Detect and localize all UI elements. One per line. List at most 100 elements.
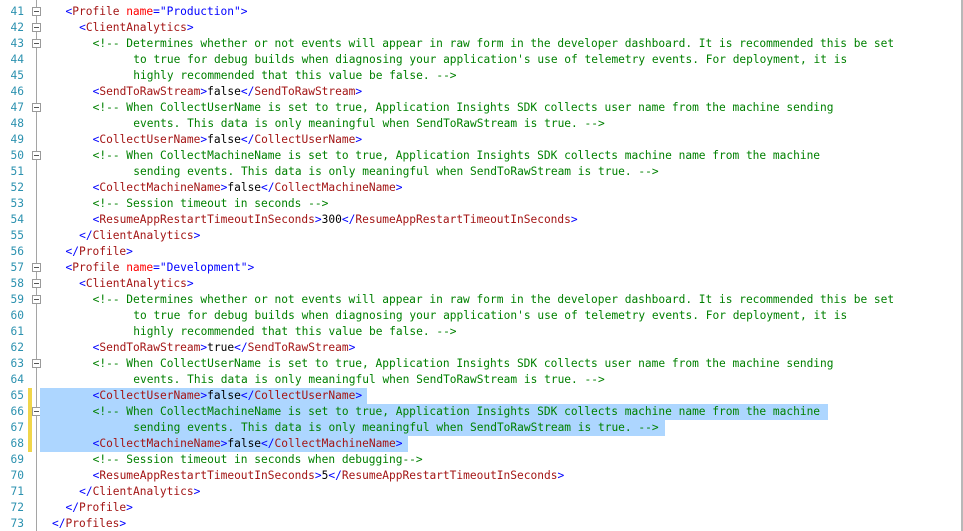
line-number: 48 bbox=[10, 117, 24, 130]
collapse-toggle-icon[interactable] bbox=[32, 103, 41, 112]
collapse-toggle-icon[interactable] bbox=[32, 23, 41, 32]
line-number: 46 bbox=[10, 85, 24, 98]
code-text: events. This data is only meaningful whe… bbox=[133, 116, 604, 132]
code-line[interactable]: 55 </ClientAnalytics> bbox=[0, 228, 963, 244]
xml-delimiter: = bbox=[153, 5, 160, 18]
line-number: 54 bbox=[10, 213, 24, 226]
line-number: 43 bbox=[10, 37, 24, 50]
xml-delimiter: </ bbox=[79, 485, 93, 498]
code-line[interactable]: 70 <ResumeAppRestartTimeoutInSeconds>5</R… bbox=[0, 468, 963, 484]
code-text: highly recommended that this value be fa… bbox=[133, 324, 456, 340]
collapse-toggle-icon[interactable] bbox=[32, 7, 41, 16]
code-line[interactable]: 68 <CollectMachineName>false</CollectMach… bbox=[0, 436, 963, 452]
xml-delimiter: </ bbox=[65, 245, 80, 258]
code-line[interactable]: 53 <!-- Session timeout in seconds --> bbox=[0, 196, 963, 212]
code-text: <CollectUserName>false</CollectUserName> bbox=[93, 388, 363, 404]
code-line[interactable]: 45 highly recommended that this value be … bbox=[0, 68, 963, 84]
code-line[interactable]: 59 <!-- Determines whether or not events … bbox=[0, 292, 963, 308]
code-text: <Profile name="Production"> bbox=[66, 4, 248, 20]
code-text: highly recommended that this value be fa… bbox=[133, 68, 456, 84]
xml-delimiter: = bbox=[153, 261, 160, 274]
collapse-toggle-icon[interactable] bbox=[32, 279, 41, 288]
code-line[interactable]: 46 <SendToRawStream>false</SendToRawStrea… bbox=[0, 84, 963, 100]
code-line[interactable]: 50 <!-- When CollectMachineName is set to… bbox=[0, 148, 963, 164]
xml-comment: <!-- Determines whether or not events wi… bbox=[92, 293, 895, 306]
line-number: 61 bbox=[10, 325, 24, 338]
code-line[interactable]: 60 to true for debug builds when diagnosi… bbox=[0, 308, 963, 324]
xml-delimiter: < bbox=[79, 277, 86, 290]
xml-comment: <!-- When CollectMachineName is set to t… bbox=[92, 405, 821, 418]
xml-tag-name: CollectUserName bbox=[254, 133, 356, 146]
line-number: 41 bbox=[10, 5, 24, 18]
xml-comment: <!-- When CollectUserName is set to true… bbox=[92, 357, 834, 370]
code-line[interactable]: 62 <SendToRawStream>true</SendToRawStream… bbox=[0, 340, 963, 356]
line-number: 56 bbox=[10, 245, 24, 258]
code-line[interactable]: 49 <CollectUserName>false</CollectUserNam… bbox=[0, 132, 963, 148]
code-line[interactable]: 61 highly recommended that this value be … bbox=[0, 324, 963, 340]
code-line[interactable]: 63 <!-- When CollectUserName is set to tr… bbox=[0, 356, 963, 372]
xml-code-editor[interactable]: 41 <Profile name="Production"> 42 <ClientAn… bbox=[0, 0, 963, 531]
collapse-toggle-icon[interactable] bbox=[32, 263, 41, 272]
xml-delimiter: > bbox=[240, 5, 248, 18]
line-number: 44 bbox=[10, 53, 24, 66]
xml-delimiter: > bbox=[126, 245, 133, 258]
xml-delimiter: > bbox=[126, 501, 133, 514]
code-line[interactable]: 69 <!-- Session timeout in seconds when d… bbox=[0, 452, 963, 468]
code-line[interactable]: 64 events. This data is only meaningful w… bbox=[0, 372, 963, 388]
xml-tag-name: CollectMachineName bbox=[99, 181, 221, 194]
xml-delimiter: > bbox=[314, 213, 322, 226]
xml-delimiter: </ bbox=[240, 389, 255, 402]
code-text: to true for debug builds when diagnosing… bbox=[133, 308, 847, 324]
xml-comment: sending events. This data is only meanin… bbox=[133, 421, 659, 434]
code-line[interactable]: 54 <ResumeAppRestartTimeoutInSeconds>300<… bbox=[0, 212, 963, 228]
collapse-toggle-icon[interactable] bbox=[32, 39, 41, 48]
code-line[interactable]: 72 </Profile> bbox=[0, 500, 963, 516]
code-line[interactable]: 65 <CollectUserName>false</CollectUserNam… bbox=[0, 388, 963, 404]
code-line[interactable]: 56 </Profile> bbox=[0, 244, 963, 260]
code-text: <!-- Determines whether or not events wi… bbox=[93, 292, 895, 308]
code-line[interactable]: 44 to true for debug builds when diagnosi… bbox=[0, 52, 963, 68]
xml-tag-name: ClientAnalytics bbox=[85, 277, 187, 290]
xml-text: false bbox=[227, 437, 262, 450]
xml-tag-name: ClientAnalytics bbox=[92, 485, 194, 498]
code-line[interactable]: 43 <!-- Determines whether or not events … bbox=[0, 36, 963, 52]
xml-tag-name: Profile bbox=[72, 261, 120, 274]
collapse-toggle-icon[interactable] bbox=[32, 151, 41, 160]
line-number: 73 bbox=[10, 517, 24, 530]
code-line[interactable]: 48 events. This data is only meaningful w… bbox=[0, 116, 963, 132]
code-line[interactable]: 57 <Profile name="Development"> bbox=[0, 260, 963, 276]
code-line[interactable]: 41 <Profile name="Production"> bbox=[0, 4, 963, 20]
code-line[interactable]: 66 <!-- When CollectMachineName is set to… bbox=[0, 404, 963, 420]
code-text: <!-- When CollectMachineName is set to t… bbox=[93, 404, 820, 420]
line-number: 50 bbox=[10, 149, 24, 162]
xml-delimiter: > bbox=[119, 517, 127, 530]
code-line[interactable]: 67 sending events. This data is only mean… bbox=[0, 420, 963, 436]
xml-comment: events. This data is only meaningful whe… bbox=[133, 373, 605, 386]
code-text: <ResumeAppRestartTimeoutInSeconds>300</R… bbox=[93, 212, 578, 228]
code-text: <Profile name="Development"> bbox=[66, 260, 255, 276]
code-text: <!-- Determines whether or not events wi… bbox=[93, 36, 895, 52]
xml-delimiter: </ bbox=[65, 501, 80, 514]
code-line[interactable]: 42 <ClientAnalytics> bbox=[0, 20, 963, 36]
xml-delimiter: > bbox=[348, 341, 356, 354]
xml-delimiter: </ bbox=[79, 229, 93, 242]
code-text: <ClientAnalytics> bbox=[79, 20, 194, 36]
xml-delimiter: > bbox=[247, 261, 255, 274]
xml-comment: sending events. This data is only meanin… bbox=[133, 165, 659, 178]
xml-comment: to true for debug builds when diagnosing… bbox=[133, 309, 848, 322]
code-line[interactable]: 71 </ClientAnalytics> bbox=[0, 484, 963, 500]
line-number: 69 bbox=[10, 453, 24, 466]
line-number: 71 bbox=[10, 485, 24, 498]
code-line[interactable]: 58 <ClientAnalytics> bbox=[0, 276, 963, 292]
code-line[interactable]: 73 </Profiles> bbox=[0, 516, 963, 531]
xml-text: false bbox=[227, 181, 262, 194]
line-number: 45 bbox=[10, 69, 24, 82]
xml-comment: to true for debug builds when diagnosing… bbox=[133, 53, 848, 66]
code-line[interactable]: 52 <CollectMachineName>false</CollectMach… bbox=[0, 180, 963, 196]
change-marker bbox=[28, 436, 32, 452]
collapse-toggle-icon[interactable] bbox=[32, 295, 41, 304]
code-line[interactable]: 47 <!-- When CollectUserName is set to tr… bbox=[0, 100, 963, 116]
change-marker bbox=[28, 388, 32, 404]
code-line[interactable]: 51 sending events. This data is only mean… bbox=[0, 164, 963, 180]
collapse-toggle-icon[interactable] bbox=[32, 359, 41, 368]
